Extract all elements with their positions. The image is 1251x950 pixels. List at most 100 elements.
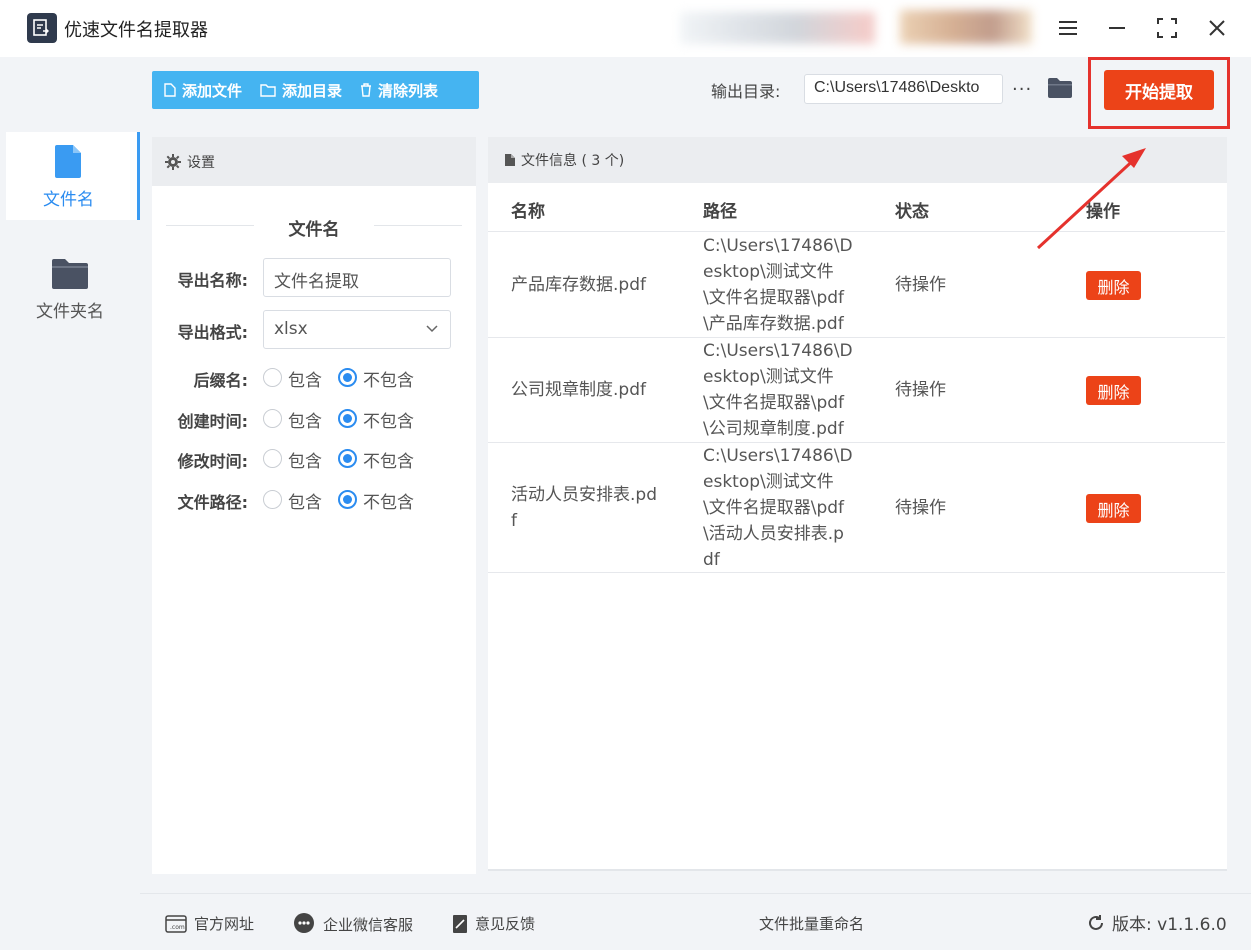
status-bar: .com 官方网址 企业微信客服 意见反馈 文件批量重命名 版本: v1.1.6… [140,893,1251,950]
modified-exclude-label: 不包含 [363,452,414,472]
status-cell: 待操作 [895,380,946,400]
minimize-icon[interactable] [1102,14,1132,42]
created-exclude-radio[interactable] [338,409,357,428]
modified-include-label: 包含 [288,452,322,472]
modified-exclude-radio[interactable] [338,449,357,468]
suffix-label: 后缀名: [193,371,248,390]
delete-button[interactable]: 删除 [1086,376,1141,405]
left-nav: 文件名 文件夹名 [0,57,140,950]
table-row: 公司规章制度.pdf C:\Users\17486\Desktop\测试文件\文… [488,337,1225,442]
table-row: 活动人员安排表.pdf C:\Users\17486\Desktop\测试文件\… [488,442,1225,573]
export-name-label: 导出名称: [177,271,248,290]
path-exclude-radio[interactable] [338,490,357,509]
suffix-exclude-radio[interactable] [338,368,357,387]
path-include-radio[interactable] [263,490,282,509]
document-icon [505,154,515,166]
wechat-label: 企业微信客服 [323,915,414,934]
created-exclude-label: 不包含 [363,412,414,432]
output-dir-input[interactable]: C:\Users\17486\Deskto [804,74,1003,104]
export-format-label: 导出格式: [177,323,248,342]
app-title: 优速文件名提取器 [64,20,208,41]
delete-button[interactable]: 删除 [1086,271,1141,300]
refresh-icon [1089,914,1103,930]
website-link[interactable]: .com 官方网址 [165,913,254,934]
file-icon [54,144,81,178]
divider [374,225,462,226]
more-options-button[interactable]: ··· [1012,79,1032,100]
created-include-radio[interactable] [263,409,282,428]
browse-folder-icon[interactable] [1047,77,1073,103]
clear-list-label: 清除列表 [378,81,439,100]
feedback-link[interactable]: 意见反馈 [452,913,535,934]
file-name-cell: 公司规章制度.pdf [511,380,646,400]
modified-include-radio[interactable] [263,449,282,468]
folder-icon [52,258,88,289]
file-outline-icon [164,83,176,97]
add-file-label: 添加文件 [182,81,243,100]
path-include-label: 包含 [288,493,322,513]
file-path-cell: C:\Users\17486\Desktop\测试文件\文件名提取器\pdf\产… [703,236,853,334]
clear-list-button[interactable]: 清除列表 [360,80,438,101]
column-header-path: 路径 [703,202,737,222]
column-header-name: 名称 [511,202,545,222]
app-logo-icon [27,13,57,43]
close-icon[interactable] [1202,14,1232,42]
title-bar: 优速文件名提取器 [0,0,1251,57]
settings-title: 设置 [187,154,215,171]
path-exclude-label: 不包含 [363,493,414,513]
settings-panel: 设置 文件名 导出名称: 文件名提取 导出格式: xlsx 后缀名: 包含 不包… [152,137,476,874]
export-format-value: xlsx [274,319,308,339]
website-label: 官方网址 [194,915,255,933]
suffix-include-radio[interactable] [263,368,282,387]
website-icon: .com [165,914,187,933]
file-name-cell: 产品库存数据.pdf [511,275,646,295]
output-dir-label: 输出目录: [711,82,781,101]
status-cell: 待操作 [895,275,946,295]
blurred-user-info [680,12,875,44]
toolbar: 添加文件 添加目录 清除列表 [152,71,479,109]
window-edge [0,57,6,950]
file-info-title: 文件信息 ( 3 个) [521,153,625,169]
add-dir-label: 添加目录 [282,81,343,100]
suffix-exclude-label: 不包含 [363,371,414,391]
nav-item-filename[interactable]: 文件名 [0,132,140,220]
feedback-icon [453,914,467,933]
trash-icon [361,83,372,97]
column-header-status: 状态 [895,202,929,222]
add-dir-button[interactable]: 添加目录 [260,80,342,101]
created-time-label: 创建时间: [177,412,248,431]
gear-icon [165,153,181,170]
file-path-label: 文件路径: [177,493,248,512]
nav-label: 文件名 [43,189,94,210]
version-label: 版本: v1.1.6.0 [1112,915,1227,935]
blurred-avatar [900,10,1032,44]
add-file-button[interactable]: 添加文件 [164,80,242,101]
created-include-label: 包含 [288,412,322,432]
file-name-cell: 活动人员安排表.pdf [511,485,657,531]
chat-icon [294,913,314,933]
chevron-down-icon [426,325,438,333]
maximize-icon[interactable] [1152,14,1182,42]
nav-item-foldername[interactable]: 文件夹名 [0,245,140,333]
folder-outline-icon [260,83,276,97]
wechat-service-link[interactable]: 企业微信客服 [292,913,413,935]
annotation-arrow [1036,148,1146,250]
menu-icon[interactable] [1053,14,1083,42]
delete-button[interactable]: 删除 [1086,494,1141,523]
section-title: 文件名 [288,220,340,240]
start-extract-button[interactable]: 开始提取 [1104,70,1214,110]
scrollbar-track[interactable] [488,869,1227,871]
file-path-cell: C:\Users\17486\Desktop\测试文件\文件名提取器\pdf\公… [703,341,853,439]
export-format-select[interactable]: xlsx [263,310,451,349]
suffix-include-label: 包含 [288,371,322,391]
modified-time-label: 修改时间: [177,452,248,471]
file-path-cell: C:\Users\17486\Desktop\测试文件\文件名提取器\pdf\活… [703,446,853,570]
status-cell: 待操作 [895,498,946,518]
settings-header: 设置 [152,137,476,186]
batch-rename-link[interactable]: 文件批量重命名 [759,913,864,934]
svg-text:.com: .com [170,924,185,931]
version-info[interactable]: 版本: v1.1.6.0 [1086,910,1227,935]
export-name-input[interactable]: 文件名提取 [263,258,451,297]
nav-label: 文件夹名 [36,301,104,322]
feedback-label: 意见反馈 [475,915,536,933]
